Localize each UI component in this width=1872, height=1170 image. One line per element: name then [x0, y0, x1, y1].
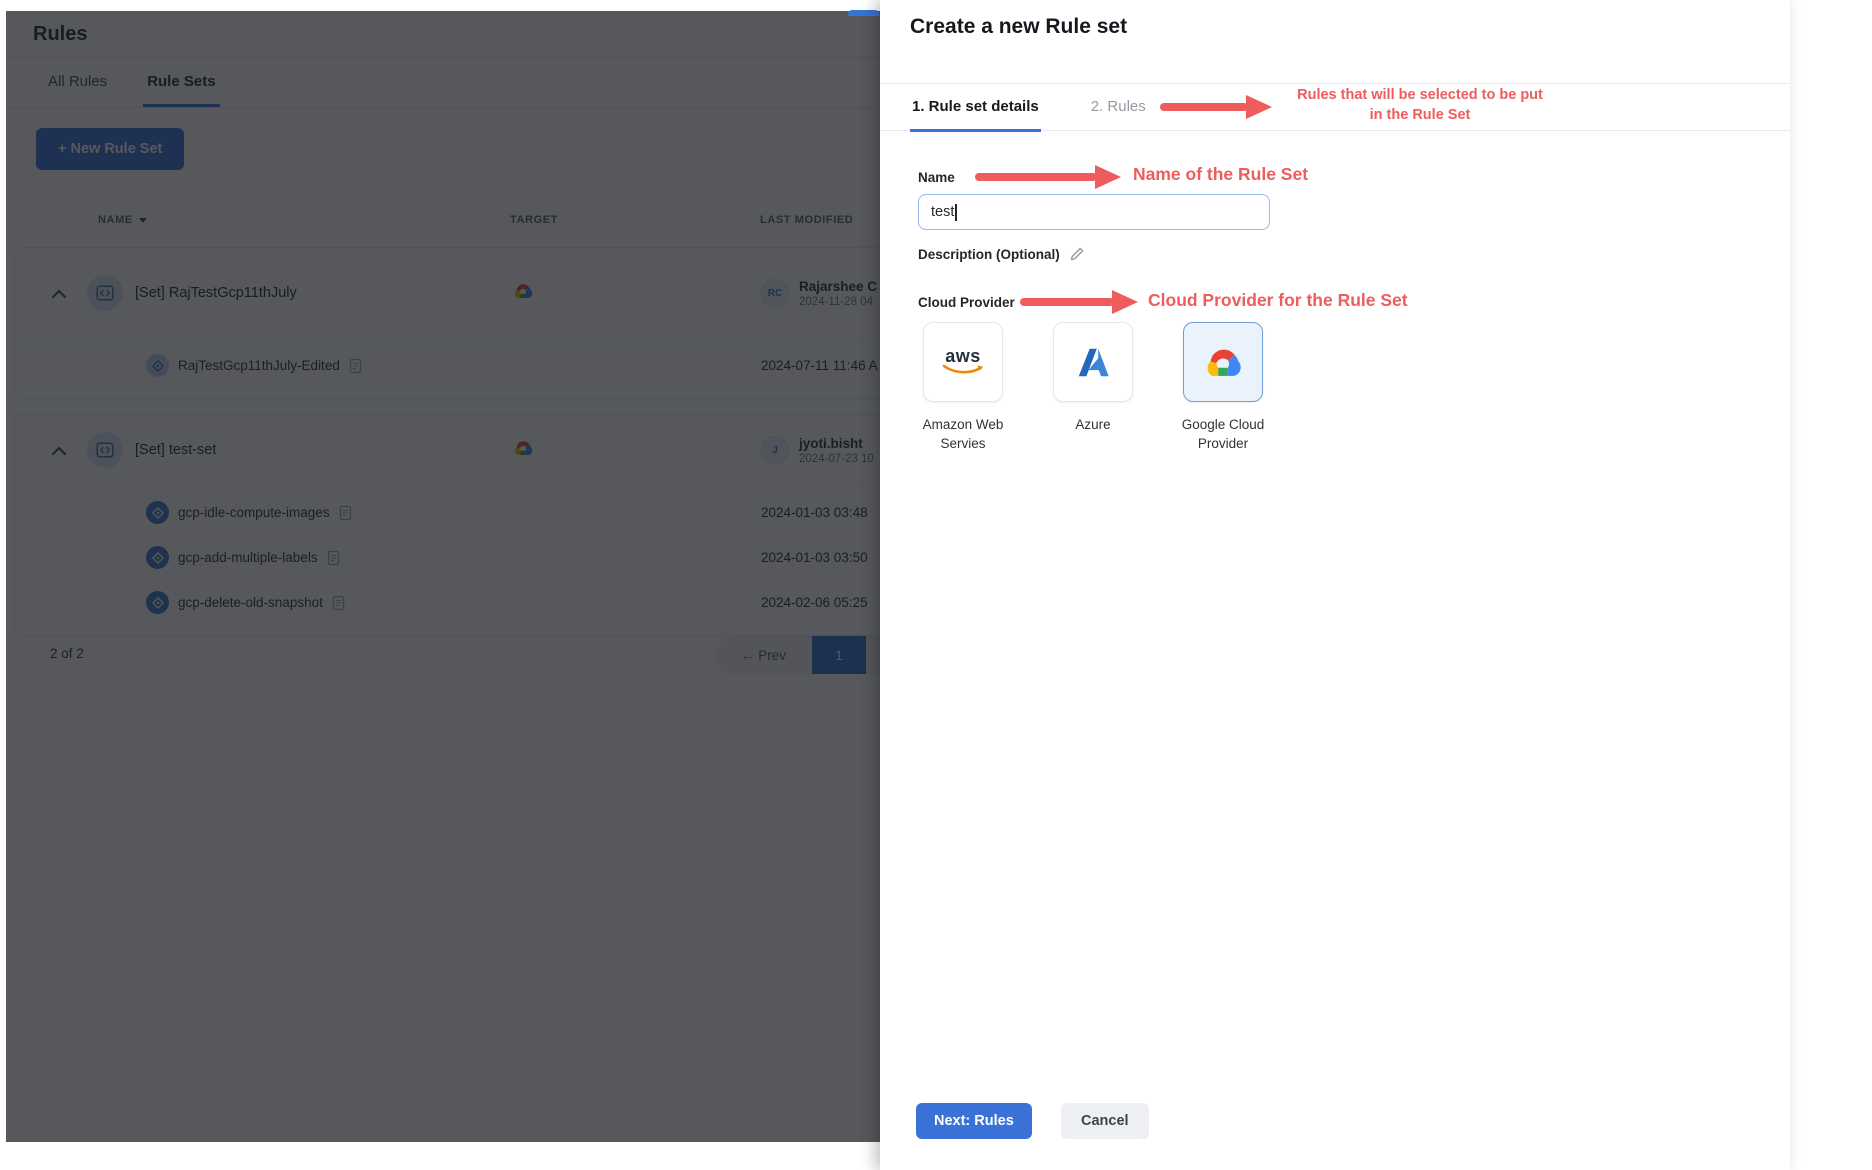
description-label: Description (Optional): [918, 246, 1060, 262]
provider-azure-label: Azure: [1075, 417, 1111, 432]
cloud-provider-label: Cloud Provider: [918, 295, 1015, 310]
step-rules[interactable]: 2. Rules: [1089, 84, 1148, 132]
text-caret: [955, 203, 957, 221]
provider-aws[interactable]: aws Amazon Web Servies: [898, 322, 1028, 453]
next-rules-button[interactable]: Next: Rules: [916, 1103, 1032, 1139]
provider-gcp-label: Google Cloud Provider: [1181, 417, 1265, 451]
gcp-icon: [1207, 349, 1241, 376]
drawer-title: Create a new Rule set: [910, 15, 1128, 38]
annotation-name-note: Name of the Rule Set: [1133, 164, 1309, 184]
new-rule-button-fragment: [848, 10, 879, 16]
annotation-arrowhead: [1112, 290, 1138, 314]
provider-gcp[interactable]: Google Cloud Provider: [1158, 322, 1288, 453]
name-input[interactable]: test: [918, 194, 1270, 230]
provider-azure[interactable]: Azure: [1028, 322, 1158, 453]
step-rule-set-details[interactable]: 1. Rule set details: [910, 84, 1041, 132]
cancel-button[interactable]: Cancel: [1061, 1103, 1149, 1139]
create-rule-set-drawer: Create a new Rule set 1. Rule set detail…: [880, 0, 1790, 1170]
annotation-arrow: [1160, 103, 1248, 111]
drawer-footer: Next: Rules Cancel: [880, 1100, 1790, 1144]
annotation-steps-note: Rules that will be selected to be put in…: [1297, 87, 1543, 123]
edit-pencil-icon[interactable]: [1069, 246, 1085, 262]
name-input-value: test: [931, 204, 955, 220]
modal-overlay[interactable]: [6, 11, 880, 1142]
cloud-provider-options: aws Amazon Web Servies Azure Google Clou…: [898, 322, 1288, 453]
provider-aws-card[interactable]: aws: [923, 322, 1003, 402]
annotation-arrow: [1020, 298, 1114, 306]
provider-azure-card[interactable]: [1053, 322, 1133, 402]
provider-aws-label: Amazon Web Servies: [922, 417, 1004, 451]
provider-gcp-card[interactable]: [1183, 322, 1263, 402]
azure-icon: [1078, 348, 1109, 377]
aws-icon: aws: [941, 347, 985, 376]
annotation-arrowhead: [1246, 95, 1272, 119]
annotation-arrowhead: [1095, 165, 1121, 189]
annotation-provider-note: Cloud Provider for the Rule Set: [1148, 290, 1408, 310]
name-label: Name: [918, 170, 955, 185]
annotation-arrow: [975, 173, 1097, 181]
